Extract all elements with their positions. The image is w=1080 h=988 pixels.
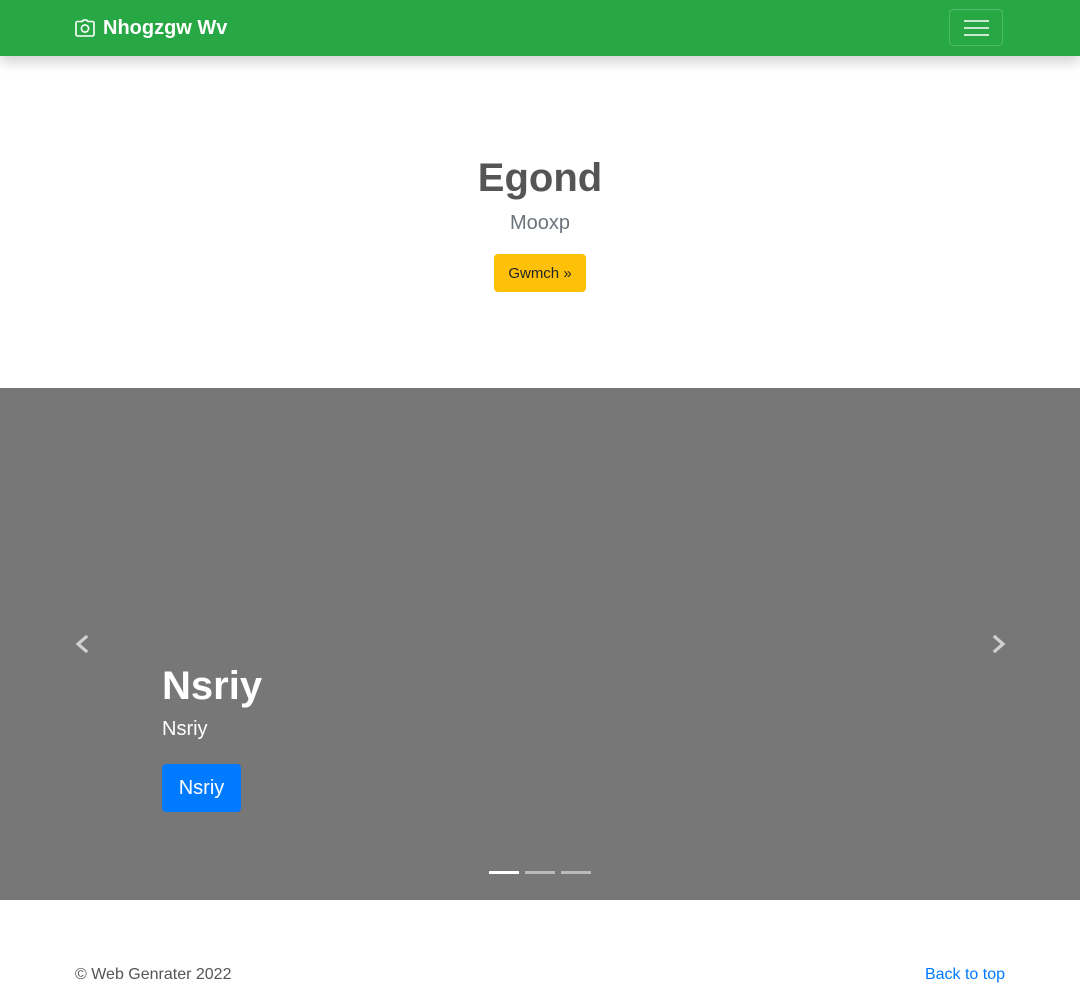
carousel-indicator-1[interactable] [489, 871, 519, 874]
back-to-top-link[interactable]: Back to top [925, 966, 1005, 984]
carousel: Nsriy Nsriy Nsriy [0, 388, 1080, 900]
carousel-caption-button[interactable]: Nsriy [162, 764, 241, 812]
hero-lead: Mooxp [509, 212, 571, 234]
hero-cta-button[interactable]: Gwmch » [494, 254, 586, 292]
carousel-prev-control[interactable] [67, 629, 97, 659]
carousel-caption: Nsriy Nsriy Nsriy [162, 662, 263, 812]
page-footer: © Web Genrater 2022 Back to top [0, 900, 1080, 988]
top-navbar: Nhogzgw Wv [0, 0, 1080, 56]
carousel-indicators [489, 871, 591, 874]
camera-icon [75, 19, 95, 37]
navbar-toggler-button[interactable] [949, 9, 1003, 46]
footer-copyright: © Web Genrater 2022 [75, 966, 232, 983]
chevron-right-icon [992, 634, 1006, 654]
carousel-indicator-2[interactable] [525, 871, 555, 874]
carousel-caption-title: Nsriy [162, 664, 263, 708]
carousel-indicator-3[interactable] [561, 871, 591, 874]
carousel-caption-text: Nsriy [162, 718, 208, 740]
carousel-next-control[interactable] [984, 629, 1014, 659]
hero-section: Egond Mooxp Gwmch » [0, 56, 1080, 388]
navbar-brand-text: Nhogzgw Wv [103, 16, 228, 39]
navbar-brand[interactable]: Nhogzgw Wv [75, 0, 227, 56]
chevron-left-icon [75, 634, 89, 654]
hero-title: Egond [477, 156, 603, 200]
